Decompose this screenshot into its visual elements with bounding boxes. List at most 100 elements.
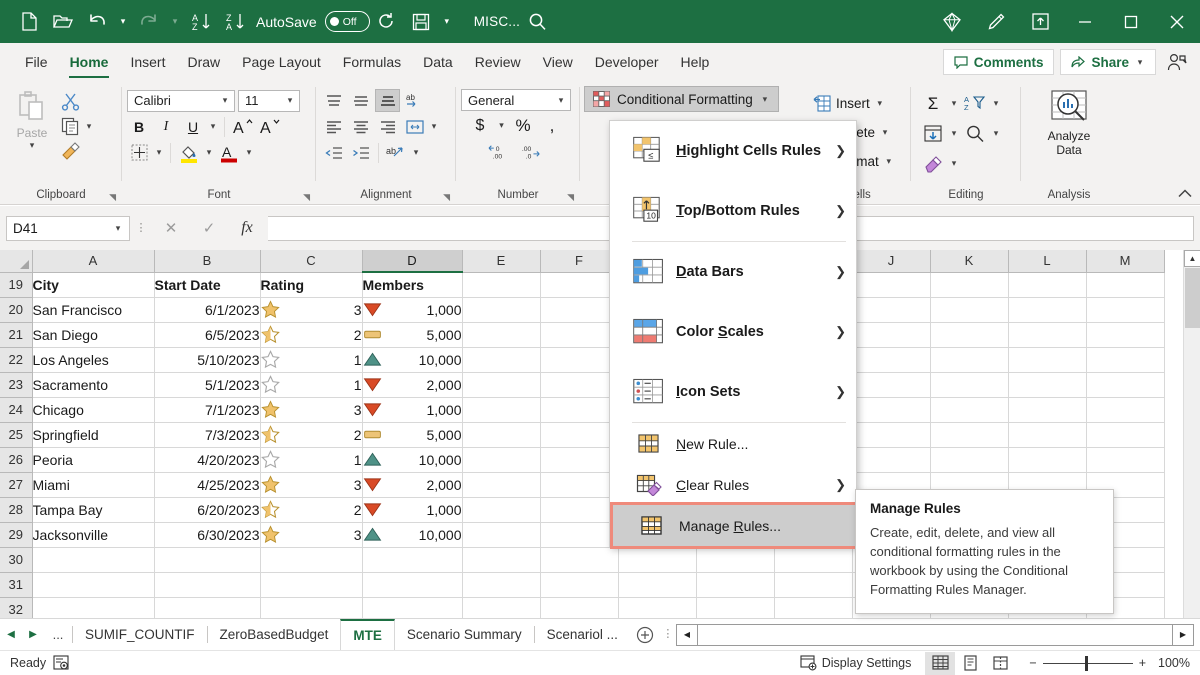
table-row[interactable]: 20San Francisco6/1/202331,000 [0,297,1164,322]
table-row[interactable]: 22Los Angeles5/10/2023110,000 [0,347,1164,372]
cell-C27[interactable]: 3 [260,472,362,497]
wrap-text-dropdown-icon[interactable]: ▾ [411,147,421,158]
cell-K19[interactable] [930,272,1008,297]
column-header-K[interactable]: K [930,250,1008,272]
cell-J20[interactable] [852,297,930,322]
column-header-J[interactable]: J [852,250,930,272]
previous-sheet-icon[interactable]: ◀ [0,620,22,650]
cell-D26[interactable]: 10,000 [362,447,462,472]
diamond-icon[interactable] [930,0,974,43]
cell-C29[interactable]: 3 [260,522,362,547]
cell-L25[interactable] [1008,422,1086,447]
cell-E19[interactable] [462,272,540,297]
cell-F31[interactable] [540,572,618,597]
currency-dropdown-icon[interactable]: ▾ [497,120,507,131]
cell-G30[interactable] [618,547,696,572]
share-dropdown-icon[interactable]: ▾ [1135,57,1145,68]
table-row[interactable]: 24Chicago7/1/202331,000 [0,397,1164,422]
cell-F19[interactable] [540,272,618,297]
row-header-29[interactable]: 29 [0,522,32,547]
conditional-formatting-dropdown-icon[interactable]: ▾ [760,94,770,105]
zoom-in-button[interactable]: + [1139,656,1146,670]
cell-A28[interactable]: Tampa Bay [32,497,154,522]
cell-D19[interactable]: Members [362,272,462,297]
cell-D25[interactable]: 5,000 [362,422,462,447]
cell-D29[interactable]: 10,000 [362,522,462,547]
zoom-slider-track[interactable] [1043,663,1133,664]
cell-B24[interactable]: 7/1/2023 [154,397,260,422]
increase-font-size-icon[interactable]: A [231,115,255,138]
clear-icon[interactable] [920,152,946,176]
zoom-slider-thumb[interactable] [1085,656,1088,671]
align-top-icon[interactable] [321,89,346,112]
row-header-31[interactable]: 31 [0,572,32,597]
tab-split-grip[interactable]: ⋮ [660,631,676,638]
bold-button[interactable]: B [127,115,151,138]
zoom-level[interactable]: 100% [1152,656,1190,670]
cell-B32[interactable] [154,597,260,618]
check-icon[interactable]: ✓ [190,215,228,241]
menu-item-color-scales[interactable]: Color Scales ❯ [610,302,856,362]
cell-C26[interactable]: 1 [260,447,362,472]
column-header-E[interactable]: E [462,250,540,272]
comments-button[interactable]: Comments [943,49,1055,75]
cell-K25[interactable] [930,422,1008,447]
tab-help[interactable]: Help [670,43,721,81]
borders-icon[interactable] [127,141,151,164]
table-row[interactable]: 19CityStart DateRatingMembers [0,272,1164,297]
cell-C22[interactable]: 1 [260,347,362,372]
cell-M24[interactable] [1086,397,1164,422]
cell-D23[interactable]: 2,000 [362,372,462,397]
undo-icon[interactable] [80,6,114,38]
table-row[interactable]: 25Springfield7/3/202325,000 [0,422,1164,447]
cell-E20[interactable] [462,297,540,322]
cell-E32[interactable] [462,597,540,618]
tab-data[interactable]: Data [412,43,464,81]
sheet-tab-scenario-summary[interactable]: Scenario Summary [395,619,534,651]
column-header-B[interactable]: B [154,250,260,272]
orientation-icon[interactable]: ab [402,89,427,112]
font-color-icon[interactable]: A [217,141,241,164]
cell-J21[interactable] [852,322,930,347]
open-folder-icon[interactable] [46,6,80,38]
search-icon[interactable] [520,6,554,38]
cell-B23[interactable]: 5/1/2023 [154,372,260,397]
sheet-tab-mte[interactable]: MTE [340,619,395,651]
column-header-C[interactable]: C [260,250,362,272]
fill-color-icon[interactable] [177,141,201,164]
cell-F20[interactable] [540,297,618,322]
cell-E24[interactable] [462,397,540,422]
number-dialog-launcher-icon[interactable]: ◥ [567,188,574,207]
cell-F24[interactable] [540,397,618,422]
vertical-scrollbar[interactable]: ▲ [1183,250,1200,618]
formula-bar-grip[interactable]: ⋮ [130,224,152,232]
cell-C24[interactable]: 3 [260,397,362,422]
cell-K21[interactable] [930,322,1008,347]
horizontal-scrollbar[interactable]: ◀ ▶ [676,624,1194,646]
tab-developer[interactable]: Developer [584,43,670,81]
cell-B22[interactable]: 5/10/2023 [154,347,260,372]
scroll-right-icon[interactable]: ▶ [1172,624,1194,646]
next-sheet-icon[interactable]: ▶ [22,620,44,650]
font-color-dropdown-icon[interactable]: ▾ [244,147,254,158]
font-name-dropdown-icon[interactable]: ▾ [220,95,230,106]
sort-filter-icon[interactable]: AZ [962,92,988,116]
cell-D28[interactable]: 1,000 [362,497,462,522]
customize-qat-icon[interactable]: ▾ [438,6,456,38]
number-format-dropdown-icon[interactable]: ▾ [556,95,566,106]
underline-dropdown-icon[interactable]: ▾ [208,121,218,132]
cell-F29[interactable] [540,522,618,547]
cell-L22[interactable] [1008,347,1086,372]
tab-page-layout[interactable]: Page Layout [231,43,332,81]
cell-J19[interactable] [852,272,930,297]
menu-item-new-rule[interactable]: New Rule... [610,423,856,464]
fill-color-dropdown-icon[interactable]: ▾ [204,147,214,158]
clear-dropdown-icon[interactable]: ▾ [949,158,959,169]
tab-formulas[interactable]: Formulas [332,43,412,81]
font-size-combo[interactable]: 11 ▾ [238,90,300,112]
cell-A20[interactable]: San Francisco [32,297,154,322]
delete-dropdown-icon[interactable]: ▾ [880,127,890,138]
align-left-icon[interactable] [321,115,346,138]
underline-button[interactable]: U [181,115,205,138]
font-dialog-launcher-icon[interactable]: ◥ [303,188,310,207]
